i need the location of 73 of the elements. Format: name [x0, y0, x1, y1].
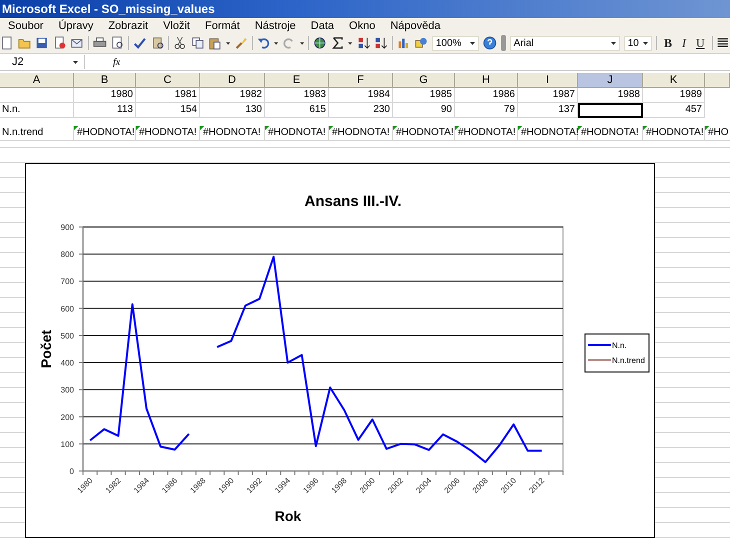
help-icon[interactable] — [482, 35, 497, 51]
y-axis-title: Počet — [38, 330, 54, 368]
print-preview-icon[interactable] — [110, 35, 124, 51]
legend-label: N.n.trend — [612, 356, 645, 365]
table-cell[interactable]: #HODNOTA! — [136, 126, 200, 141]
function-button[interactable]: fx — [113, 56, 120, 68]
y-tick-label: 400 — [60, 358, 74, 368]
table-cell[interactable] — [578, 103, 643, 118]
caret-icon[interactable] — [610, 42, 616, 44]
new-document-icon[interactable] — [0, 35, 14, 51]
zoom-dropdown[interactable]: 100% — [432, 36, 479, 50]
caret-icon[interactable] — [300, 42, 304, 44]
column-header[interactable]: J — [578, 73, 643, 88]
table-cell[interactable]: N.n.trend — [0, 126, 74, 141]
sort-ascending-icon[interactable] — [356, 35, 370, 51]
underline-button[interactable]: U — [692, 36, 708, 50]
x-axis-title: Rok — [274, 508, 302, 524]
y-tick-label: 900 — [60, 223, 74, 232]
caret-icon[interactable] — [643, 42, 648, 44]
menu-item[interactable]: Zobrazit — [108, 20, 156, 32]
menu-item[interactable]: Vložit — [163, 20, 197, 32]
legend-line — [588, 359, 611, 361]
caret-icon[interactable] — [73, 60, 78, 64]
table-cell[interactable]: #HODNOTA! — [393, 126, 455, 141]
save-icon[interactable] — [35, 35, 49, 51]
y-tick-label: 300 — [60, 386, 74, 395]
table-cell[interactable]: 1988 — [578, 88, 643, 103]
sort-descending-icon[interactable] — [374, 35, 388, 51]
caret-icon[interactable] — [226, 42, 230, 44]
copy-icon[interactable] — [190, 35, 204, 51]
chart-title: Ansans III.-IV. — [304, 193, 402, 210]
table-cell[interactable]: #HODNOTA! — [455, 126, 518, 141]
font-size-dropdown[interactable]: 10 — [624, 36, 652, 50]
table-cell[interactable]: #HODNOTA! — [643, 126, 705, 141]
y-tick-label: 700 — [60, 277, 74, 286]
table-cell[interactable]: #HODNOTA! — [74, 126, 136, 141]
table-cell[interactable]: #HO — [705, 126, 730, 141]
legend-box — [584, 334, 650, 372]
caret-icon[interactable] — [274, 42, 278, 44]
caret-icon[interactable] — [470, 42, 475, 44]
brush-icon[interactable] — [234, 35, 248, 51]
font-dropdown[interactable]: Arial — [510, 36, 620, 50]
research-icon[interactable] — [150, 35, 164, 51]
name-box[interactable]: J2 — [0, 55, 85, 69]
spellcheck-icon[interactable] — [132, 35, 147, 51]
y-tick-label: 500 — [60, 331, 74, 340]
permission-icon[interactable] — [52, 35, 66, 51]
legend-label: N.n. — [612, 341, 627, 350]
menu-item[interactable]: Nástroje — [254, 20, 303, 32]
menu-item[interactable]: Úpravy — [58, 20, 100, 32]
globe-icon[interactable] — [313, 35, 327, 51]
y-tick-label: 800 — [60, 250, 74, 260]
y-tick-label: 600 — [60, 304, 74, 314]
table-cell[interactable]: #HODNOTA! — [265, 126, 329, 141]
menu-item[interactable]: Formát — [204, 20, 247, 32]
legend-line — [588, 344, 611, 346]
y-tick-label: 100 — [60, 440, 74, 449]
table-cell[interactable]: #HODNOTA! — [200, 126, 265, 141]
menu-item[interactable]: Nápověda — [390, 20, 448, 32]
window-title: Microsoft Excel - SO_missing_values — [2, 2, 215, 16]
table-cell[interactable]: #HODNOTA! — [578, 126, 643, 141]
table-cell[interactable]: #HODNOTA! — [518, 126, 578, 141]
menu-item[interactable]: Okno — [349, 20, 382, 32]
menu-item[interactable]: Soubor — [8, 20, 50, 32]
y-tick-label: 200 — [60, 412, 74, 422]
sum-icon[interactable] — [330, 35, 344, 51]
y-tick-label: 0 — [70, 467, 74, 476]
scissors-icon[interactable] — [173, 35, 187, 51]
table-cell[interactable]: #HODNOTA! — [329, 126, 393, 141]
menu-item[interactable]: Data — [310, 20, 342, 32]
caret-icon[interactable] — [348, 42, 353, 44]
italic-button[interactable]: I — [678, 36, 689, 50]
bold-button[interactable]: B — [660, 36, 675, 50]
